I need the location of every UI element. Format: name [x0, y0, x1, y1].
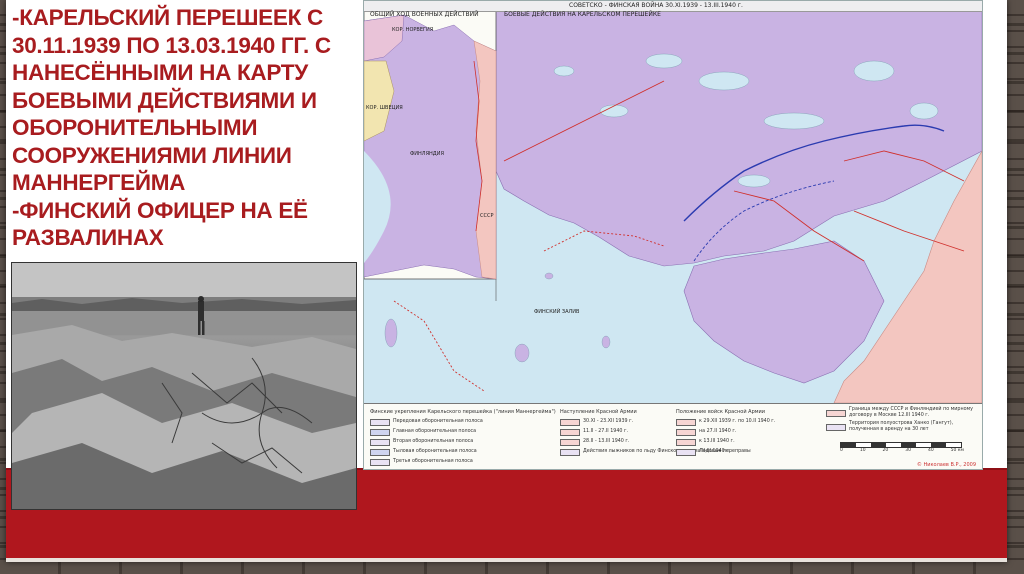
legend-swatch — [826, 409, 846, 417]
legend-item: Третья оборонительная полоса — [370, 457, 556, 467]
scale-label: 10 — [859, 448, 866, 453]
legend-swatch — [826, 423, 846, 431]
title-line: ОБОРОНИТЕЛЬНЫМИ — [12, 115, 258, 140]
label-norway: КОР. НОРВЕГИЯ — [392, 27, 434, 33]
slide-title: -КАРЕЛЬСКИЙ ПЕРЕШЕЕК С 30.11.1939 ПО 13.… — [12, 4, 352, 252]
legend-swatch — [676, 418, 696, 426]
legend-label: 11.II - 27.II 1940 г. — [583, 429, 628, 434]
legend-item: Передовая оборонительная полоса — [370, 417, 556, 427]
title-line: БОЕВЫМИ ДЕЙСТВИЯМИ И — [12, 87, 317, 113]
legend-item: Ледовые переправы — [676, 447, 775, 457]
legend-swatch — [370, 438, 390, 446]
legend-swatch — [560, 438, 580, 446]
map-title: СОВЕТСКО - ФИНСКАЯ ВОЙНА 30.ХI.1939 - 13… — [569, 2, 743, 9]
legend-item: Территория полуострова Ханко (Гангут), п… — [826, 421, 976, 433]
title-line: СООРУЖЕНИЯМИ ЛИНИИ — [12, 142, 292, 168]
inset-left-title: ОБЩИЙ ХОД ВОЕННЫХ ДЕЙСТВИЙ — [370, 11, 479, 18]
map-scale-labels: 0 10 20 30 40 50 км — [840, 448, 964, 453]
legend-swatch — [560, 428, 580, 436]
legend-swatch — [560, 448, 580, 456]
legend-swatch — [560, 418, 580, 426]
legend-item: Граница между СССР и Финляндией по мирно… — [826, 407, 976, 419]
map-legend: Финские укрепления Карельского перешейка… — [364, 403, 982, 469]
legend-label: на 27.II 1940 г. — [699, 429, 737, 434]
legend-label: 30.ХI - 23.ХII 1939 г. — [583, 419, 634, 424]
legend-item: Вторая оборонительная полоса — [370, 437, 556, 447]
legend-item: на 27.II 1940 г. — [676, 427, 775, 437]
legend-swatch — [370, 458, 390, 466]
legend-swatch — [370, 448, 390, 456]
legend-swatch — [370, 418, 390, 426]
ruins-photo — [11, 262, 357, 510]
legend-item: к 13.III 1940 г. — [676, 437, 775, 447]
scale-label: 20 — [882, 448, 889, 453]
legend-label: Передовая оборонительная полоса — [393, 419, 483, 424]
scale-label: 50 км — [950, 448, 964, 453]
legend-head: Финские укрепления Карельского перешейка… — [370, 409, 556, 415]
legend-label: Территория полуострова Ханко (Гангут), п… — [849, 421, 954, 432]
title-line: НАНЕСЁННЫМИ НА КАРТУ — [12, 60, 308, 85]
scale-label: 0 — [840, 448, 843, 453]
map-author: © Николаев В.Р., 2009 — [916, 462, 976, 468]
ruins-photo-drawing — [12, 263, 356, 509]
legend-label: Граница между СССР и Финляндией по мирно… — [849, 407, 973, 418]
title-line: 30.11.1939 ПО 13.03.1940 ГГ. С — [12, 32, 331, 58]
label-gulf: ФИНСКИЙ ЗАЛИВ — [534, 309, 580, 315]
label-ussr: СССР — [480, 213, 494, 219]
war-map: СОВЕТСКО - ФИНСКАЯ ВОЙНА 30.ХI.1939 - 13… — [363, 0, 983, 470]
label-sweden: КОР. ШВЕЦИЯ — [366, 105, 403, 111]
legend-label: 28.II - 13.III 1940 г. — [583, 439, 630, 444]
legend-label: к 13.III 1940 г. — [699, 439, 735, 444]
legend-label: Главная оборонительная полоса — [393, 429, 477, 434]
title-line: -ФИНСКИЙ ОФИЦЕР НА ЕЁ — [12, 197, 308, 223]
legend-item: к 29.ХII 1939 г. по 10.II 1940 г. — [676, 417, 775, 427]
legend-swatch — [676, 438, 696, 446]
slide-bottom-strip — [6, 558, 1007, 562]
legend-item: Тыловая оборонительная полоса — [370, 447, 556, 457]
inset-right-title: БОЕВЫЕ ДЕЙСТВИЯ НА КАРЕЛЬСКОМ ПЕРЕШЕЙКЕ — [504, 11, 661, 18]
legend-item: Главная оборонительная полоса — [370, 427, 556, 437]
legend-col-positions: Положение войск Красной Армии к 29.ХII 1… — [676, 407, 775, 457]
legend-head: Положение войск Красной Армии — [676, 409, 766, 415]
legend-label: Ледовые переправы — [699, 449, 751, 454]
map-drawing — [364, 10, 982, 403]
legend-swatch — [370, 428, 390, 436]
scale-label: 40 — [927, 448, 934, 453]
legend-col-fortifications: Финские укрепления Карельского перешейка… — [370, 407, 556, 467]
legend-label: Тыловая оборонительная полоса — [393, 449, 477, 454]
slide: -КАРЕЛЬСКИЙ ПЕРЕШЕЕК С 30.11.1939 ПО 13.… — [6, 0, 1007, 562]
title-line: -КАРЕЛЬСКИЙ ПЕРЕШЕЕК С — [12, 5, 323, 30]
scale-label: 30 — [905, 448, 911, 453]
label-finland: ФИНЛЯНДИЯ — [410, 151, 444, 157]
title-line: МАННЕРГЕЙМА — [12, 170, 186, 195]
legend-col-border: Граница между СССР и Финляндией по мирно… — [826, 407, 976, 433]
legend-swatch — [676, 428, 696, 436]
title-line: РАЗВАЛИНАХ — [12, 225, 164, 250]
legend-label: к 29.ХII 1939 г. по 10.II 1940 г. — [699, 419, 776, 424]
legend-label: Третья оборонительная полоса — [393, 459, 473, 464]
legend-label: Вторая оборонительная полоса — [393, 439, 474, 444]
legend-swatch — [676, 448, 696, 456]
